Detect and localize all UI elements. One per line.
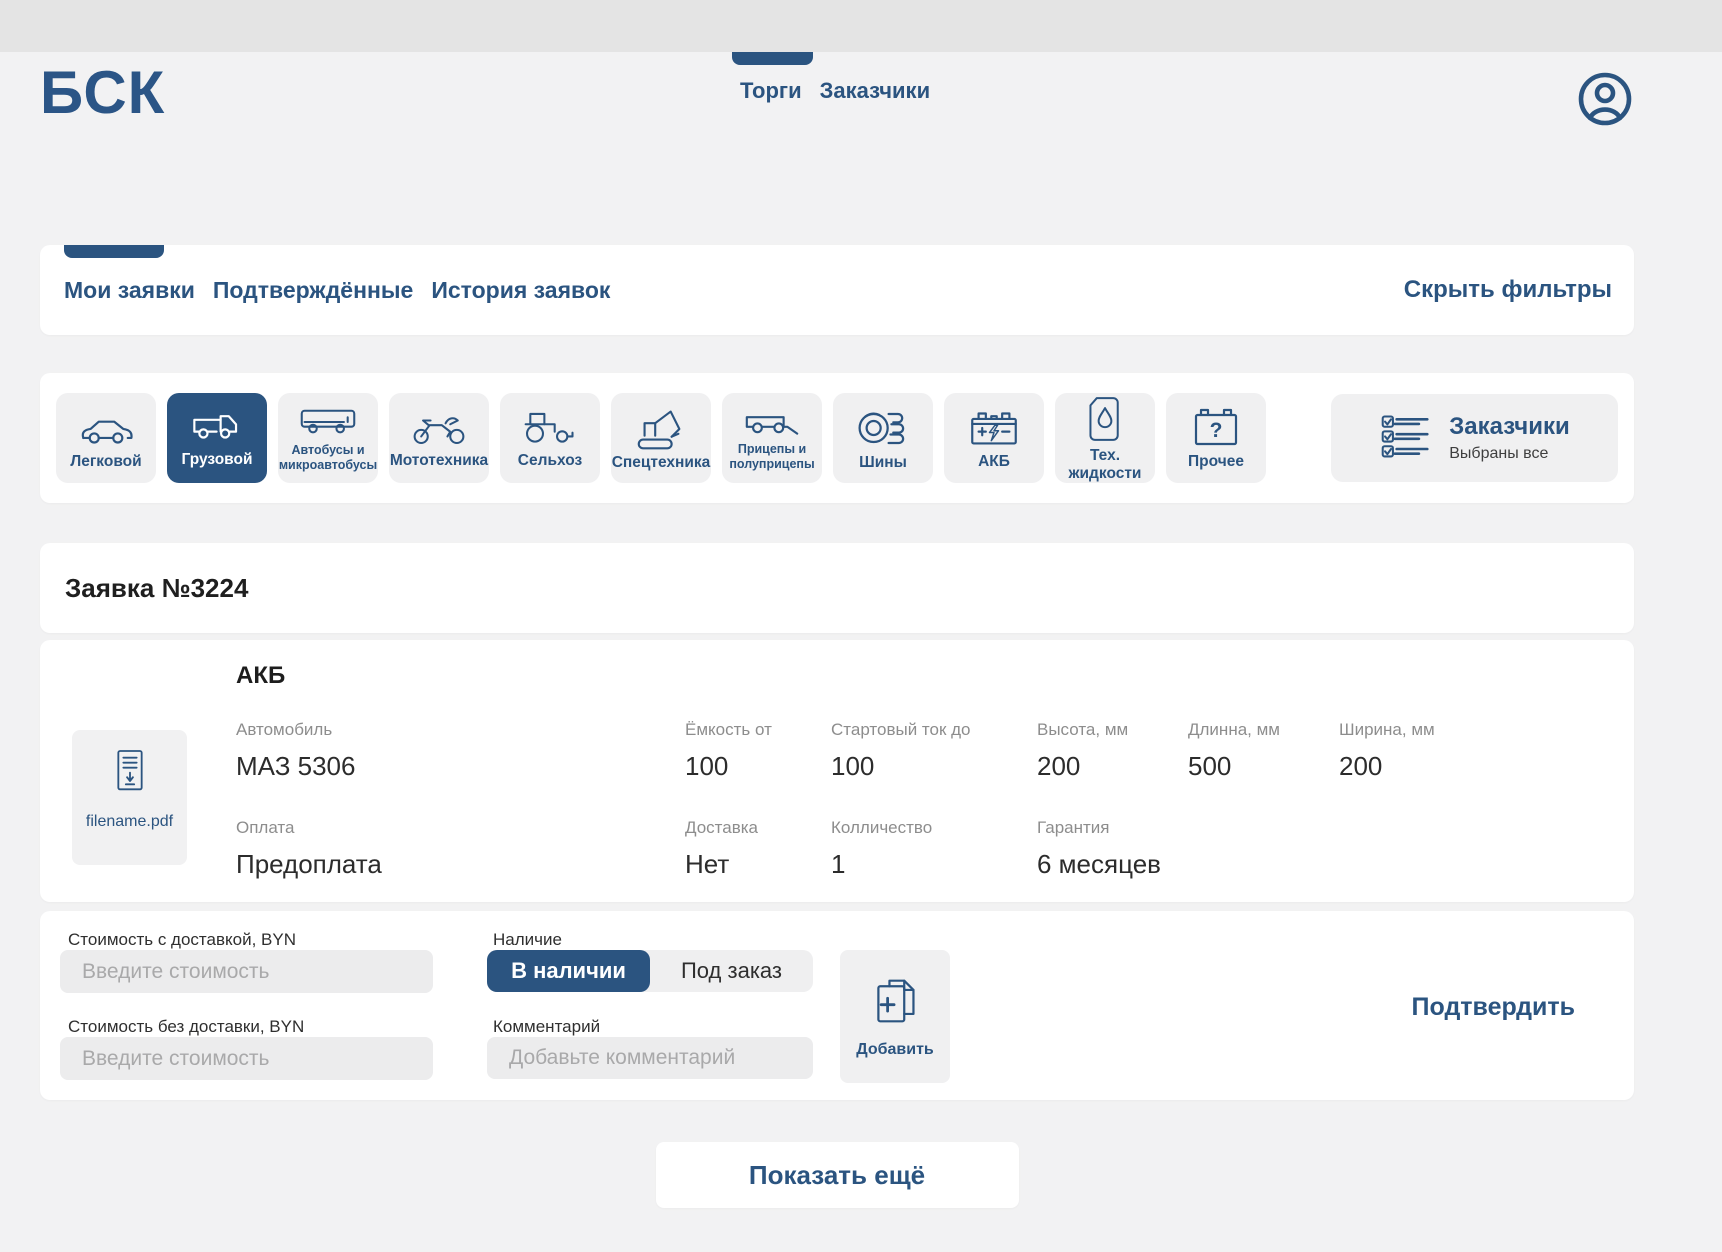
trailer-icon — [741, 405, 803, 439]
bus-icon — [298, 404, 358, 440]
filter-label: Прочее — [1188, 453, 1244, 470]
tabs: Мои заявки Подтверждённые История заявок — [64, 277, 610, 304]
show-more-button[interactable]: Показать ещё — [656, 1142, 1019, 1208]
top-navigation: Торги Заказчики — [740, 78, 930, 104]
customers-filter-button[interactable]: Заказчики Выбраны все — [1331, 394, 1618, 482]
comment-input[interactable] — [487, 1037, 813, 1079]
field-quantity: Колличество 1 — [831, 818, 1037, 880]
filter-label: Легковой — [70, 453, 141, 470]
cost-without-delivery-label: Стоимость без доставки, BYN — [68, 1017, 304, 1037]
motorcycle-icon — [409, 407, 469, 449]
field-length: Длинна, мм 500 — [1188, 720, 1339, 782]
filter-label: Грузовой — [182, 451, 253, 468]
tab-history[interactable]: История заявок — [431, 277, 610, 304]
request-category: АКБ — [236, 662, 285, 690]
truck-icon — [188, 408, 246, 448]
customers-filter-subtitle: Выбраны все — [1449, 445, 1570, 463]
car-icon — [77, 406, 135, 450]
filter-label: Автобусы и микроавтобусы — [278, 443, 378, 473]
cost-with-delivery-input[interactable] — [60, 950, 433, 993]
hide-filters-link[interactable]: Скрыть фильтры — [1404, 276, 1612, 304]
battery-icon — [965, 406, 1023, 450]
filter-battery[interactable]: АКБ — [944, 393, 1044, 483]
active-nav-indicator — [732, 52, 813, 65]
availability-in-stock[interactable]: В наличии — [487, 950, 650, 992]
field-payment: Оплата Предоплата — [236, 818, 685, 880]
add-files-icon — [871, 975, 919, 1032]
field-height: Высота, мм 200 — [1037, 720, 1188, 782]
filter-moto[interactable]: Мототехника — [389, 393, 489, 483]
filter-bus[interactable]: Автобусы и микроавтобусы — [278, 393, 378, 483]
comment-label: Комментарий — [493, 1017, 600, 1037]
filter-label: Шины — [859, 454, 907, 471]
active-tab-indicator — [64, 245, 164, 258]
filter-fluids[interactable]: Тех. жидкости — [1055, 393, 1155, 483]
confirm-button[interactable]: Подтвердить — [1412, 993, 1575, 1022]
tire-icon — [854, 405, 912, 451]
offer-form-card: Стоимость с доставкой, BYN Стоимость без… — [40, 911, 1634, 1100]
nav-zakazchiki[interactable]: Заказчики — [820, 78, 930, 104]
add-files-button[interactable]: Добавить — [840, 950, 950, 1083]
question-box-icon: ? — [1190, 406, 1242, 450]
field-width: Ширина, мм 200 — [1339, 720, 1435, 782]
svg-text:?: ? — [1210, 419, 1223, 442]
filter-tires[interactable]: Шины — [833, 393, 933, 483]
request-details-card: АКБ filename.pdf Автомобиль МАЗ 5306 Ёмк… — [40, 640, 1634, 902]
filter-agriculture[interactable]: Сельхоз — [500, 393, 600, 483]
add-files-label: Добавить — [856, 1041, 934, 1059]
field-delivery: Доставка Нет — [685, 818, 831, 880]
filter-label: Мототехника — [390, 452, 488, 469]
customers-filter-title: Заказчики — [1449, 413, 1570, 441]
field-capacity: Ёмкость от 100 — [685, 720, 831, 782]
filter-label: Сельхоз — [518, 452, 582, 469]
vehicle-filters: Легковой Грузовой — [40, 373, 1634, 503]
availability-toggle: В наличии Под заказ — [487, 950, 813, 992]
top-bar — [0, 0, 1722, 52]
document-icon — [110, 730, 150, 801]
excavator-icon — [632, 405, 690, 451]
checklist-icon — [1379, 412, 1431, 465]
filter-special[interactable]: Спецтехника — [611, 393, 711, 483]
nav-torgi[interactable]: Торги — [740, 78, 802, 104]
attached-file[interactable]: filename.pdf — [72, 730, 187, 865]
filter-label: Тех. жидкости — [1055, 447, 1155, 481]
main-content: Мои заявки Подтверждённые История заявок… — [40, 245, 1634, 1208]
field-current: Стартовый ток до 100 — [831, 720, 1037, 782]
file-name: filename.pdf — [86, 813, 173, 831]
availability-label: Наличие — [493, 930, 562, 950]
customers-filter-text: Заказчики Выбраны все — [1449, 413, 1570, 463]
filter-label: АКБ — [978, 453, 1010, 470]
tabs-bar: Мои заявки Подтверждённые История заявок… — [40, 245, 1634, 335]
filter-label: Спецтехника — [612, 454, 711, 471]
request-fields: Автомобиль МАЗ 5306 Ёмкость от 100 Старт… — [236, 720, 1435, 916]
filter-car[interactable]: Легковой — [56, 393, 156, 483]
oil-canister-icon — [1085, 394, 1125, 444]
tractor-icon — [520, 407, 580, 449]
filter-truck[interactable]: Грузовой — [167, 393, 267, 483]
filter-other[interactable]: ? Прочее — [1166, 393, 1266, 483]
tab-my-requests[interactable]: Мои заявки — [64, 277, 195, 304]
availability-on-order[interactable]: Под заказ — [650, 950, 813, 992]
filter-label: Прицепы и полуприцепы — [722, 442, 822, 472]
field-car: Автомобиль МАЗ 5306 — [236, 720, 685, 782]
tab-confirmed[interactable]: Подтверждённые — [213, 277, 413, 304]
cost-without-delivery-input[interactable] — [60, 1037, 433, 1080]
user-avatar-icon[interactable] — [1577, 71, 1633, 128]
logo[interactable]: БСК — [40, 58, 165, 127]
filter-trailers[interactable]: Прицепы и полуприцепы — [722, 393, 822, 483]
cost-with-delivery-label: Стоимость с доставкой, BYN — [68, 930, 296, 950]
request-title: Заявка №3224 — [65, 573, 248, 604]
request-header-card: Заявка №3224 — [40, 543, 1634, 633]
field-warranty: Гарантия 6 месяцев — [1037, 818, 1188, 880]
